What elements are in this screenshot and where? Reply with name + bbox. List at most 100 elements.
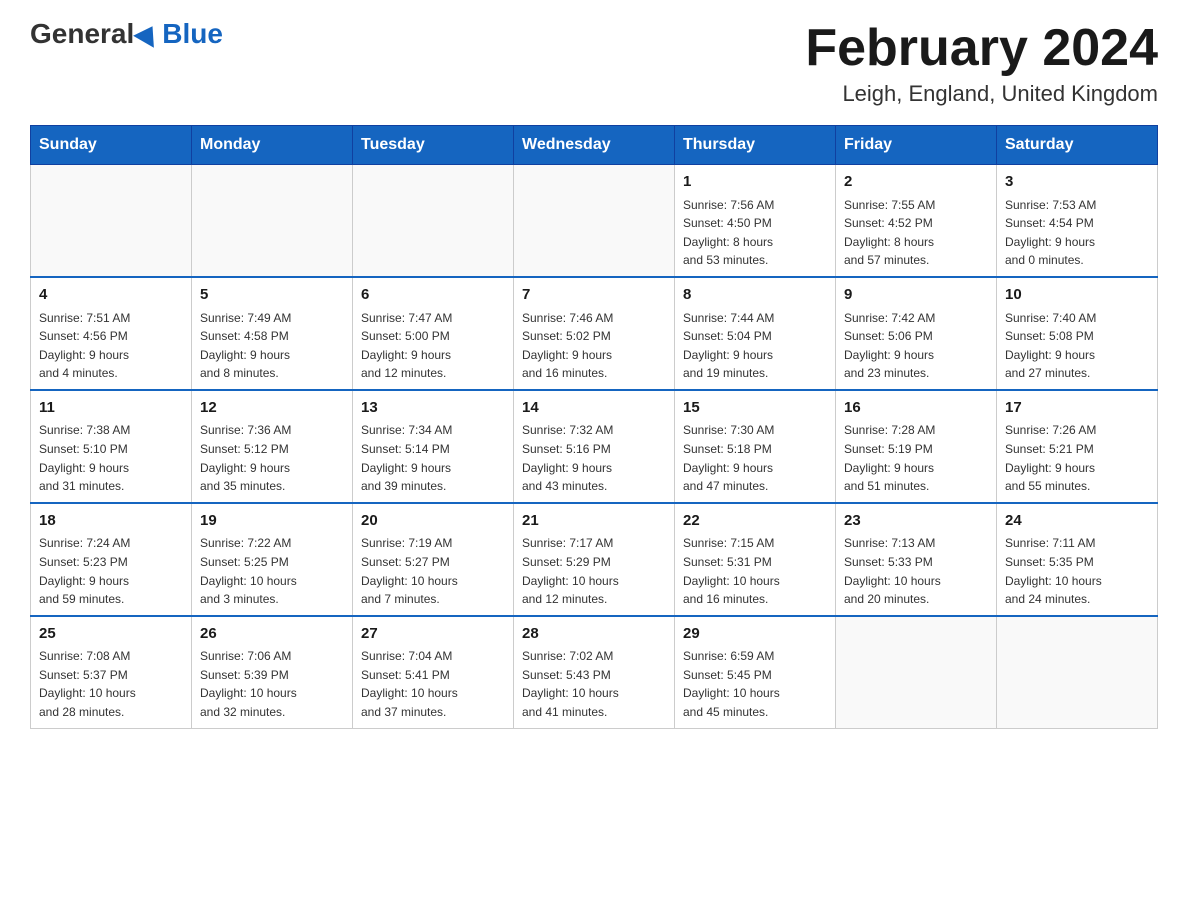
calendar-cell: 28Sunrise: 7:02 AMSunset: 5:43 PMDayligh… [514,616,675,728]
day-number: 18 [39,510,183,533]
day-info: Sunrise: 7:19 AMSunset: 5:27 PMDaylight:… [361,534,505,608]
day-number: 28 [522,623,666,646]
day-number: 21 [522,510,666,533]
day-number: 23 [844,510,988,533]
day-info: Sunrise: 7:47 AMSunset: 5:00 PMDaylight:… [361,309,505,383]
day-number: 10 [1005,284,1149,307]
day-number: 14 [522,397,666,420]
calendar-cell: 14Sunrise: 7:32 AMSunset: 5:16 PMDayligh… [514,390,675,503]
logo-general: General [30,20,134,48]
day-info: Sunrise: 6:59 AMSunset: 5:45 PMDaylight:… [683,647,827,721]
logo-triangle-icon [133,20,163,48]
column-header-wednesday: Wednesday [514,126,675,165]
calendar-cell: 12Sunrise: 7:36 AMSunset: 5:12 PMDayligh… [192,390,353,503]
day-number: 8 [683,284,827,307]
calendar-table: SundayMondayTuesdayWednesdayThursdayFrid… [30,125,1158,728]
calendar-cell: 17Sunrise: 7:26 AMSunset: 5:21 PMDayligh… [997,390,1158,503]
day-info: Sunrise: 7:02 AMSunset: 5:43 PMDaylight:… [522,647,666,721]
calendar-cell: 5Sunrise: 7:49 AMSunset: 4:58 PMDaylight… [192,277,353,390]
logo-blue: Blue [162,20,223,48]
calendar-cell: 11Sunrise: 7:38 AMSunset: 5:10 PMDayligh… [31,390,192,503]
calendar-cell [31,165,192,277]
location-subtitle: Leigh, England, United Kingdom [805,81,1158,107]
day-info: Sunrise: 7:04 AMSunset: 5:41 PMDaylight:… [361,647,505,721]
day-number: 3 [1005,171,1149,194]
calendar-cell: 15Sunrise: 7:30 AMSunset: 5:18 PMDayligh… [675,390,836,503]
day-info: Sunrise: 7:49 AMSunset: 4:58 PMDaylight:… [200,309,344,383]
column-header-friday: Friday [836,126,997,165]
calendar-cell: 25Sunrise: 7:08 AMSunset: 5:37 PMDayligh… [31,616,192,728]
day-info: Sunrise: 7:08 AMSunset: 5:37 PMDaylight:… [39,647,183,721]
day-info: Sunrise: 7:55 AMSunset: 4:52 PMDaylight:… [844,196,988,270]
day-number: 26 [200,623,344,646]
calendar-cell: 26Sunrise: 7:06 AMSunset: 5:39 PMDayligh… [192,616,353,728]
day-info: Sunrise: 7:26 AMSunset: 5:21 PMDaylight:… [1005,421,1149,495]
calendar-week-row: 25Sunrise: 7:08 AMSunset: 5:37 PMDayligh… [31,616,1158,728]
calendar-cell: 27Sunrise: 7:04 AMSunset: 5:41 PMDayligh… [353,616,514,728]
calendar-cell: 29Sunrise: 6:59 AMSunset: 5:45 PMDayligh… [675,616,836,728]
logo-text: General Blue [30,20,223,48]
day-info: Sunrise: 7:40 AMSunset: 5:08 PMDaylight:… [1005,309,1149,383]
day-number: 27 [361,623,505,646]
calendar-cell: 19Sunrise: 7:22 AMSunset: 5:25 PMDayligh… [192,503,353,616]
calendar-cell [514,165,675,277]
calendar-cell: 20Sunrise: 7:19 AMSunset: 5:27 PMDayligh… [353,503,514,616]
day-number: 25 [39,623,183,646]
day-info: Sunrise: 7:32 AMSunset: 5:16 PMDaylight:… [522,421,666,495]
day-number: 22 [683,510,827,533]
column-header-monday: Monday [192,126,353,165]
calendar-cell: 21Sunrise: 7:17 AMSunset: 5:29 PMDayligh… [514,503,675,616]
day-number: 24 [1005,510,1149,533]
calendar-cell: 3Sunrise: 7:53 AMSunset: 4:54 PMDaylight… [997,165,1158,277]
logo: General Blue [30,20,223,48]
day-info: Sunrise: 7:42 AMSunset: 5:06 PMDaylight:… [844,309,988,383]
day-number: 11 [39,397,183,420]
calendar-week-row: 4Sunrise: 7:51 AMSunset: 4:56 PMDaylight… [31,277,1158,390]
day-number: 29 [683,623,827,646]
calendar-header-row: SundayMondayTuesdayWednesdayThursdayFrid… [31,126,1158,165]
day-number: 12 [200,397,344,420]
day-info: Sunrise: 7:34 AMSunset: 5:14 PMDaylight:… [361,421,505,495]
day-info: Sunrise: 7:51 AMSunset: 4:56 PMDaylight:… [39,309,183,383]
page-header: General Blue February 2024 Leigh, Englan… [30,20,1158,107]
calendar-cell: 7Sunrise: 7:46 AMSunset: 5:02 PMDaylight… [514,277,675,390]
day-number: 15 [683,397,827,420]
calendar-cell: 6Sunrise: 7:47 AMSunset: 5:00 PMDaylight… [353,277,514,390]
title-area: February 2024 Leigh, England, United Kin… [805,20,1158,107]
page-title: February 2024 [805,20,1158,77]
calendar-cell: 8Sunrise: 7:44 AMSunset: 5:04 PMDaylight… [675,277,836,390]
day-number: 2 [844,171,988,194]
day-info: Sunrise: 7:28 AMSunset: 5:19 PMDaylight:… [844,421,988,495]
calendar-cell: 13Sunrise: 7:34 AMSunset: 5:14 PMDayligh… [353,390,514,503]
day-number: 13 [361,397,505,420]
day-info: Sunrise: 7:46 AMSunset: 5:02 PMDaylight:… [522,309,666,383]
day-info: Sunrise: 7:44 AMSunset: 5:04 PMDaylight:… [683,309,827,383]
calendar-cell: 23Sunrise: 7:13 AMSunset: 5:33 PMDayligh… [836,503,997,616]
calendar-cell: 9Sunrise: 7:42 AMSunset: 5:06 PMDaylight… [836,277,997,390]
calendar-cell [997,616,1158,728]
day-number: 5 [200,284,344,307]
day-number: 20 [361,510,505,533]
day-number: 4 [39,284,183,307]
day-number: 9 [844,284,988,307]
calendar-cell: 16Sunrise: 7:28 AMSunset: 5:19 PMDayligh… [836,390,997,503]
calendar-cell: 18Sunrise: 7:24 AMSunset: 5:23 PMDayligh… [31,503,192,616]
calendar-cell [836,616,997,728]
day-info: Sunrise: 7:36 AMSunset: 5:12 PMDaylight:… [200,421,344,495]
calendar-week-row: 18Sunrise: 7:24 AMSunset: 5:23 PMDayligh… [31,503,1158,616]
day-info: Sunrise: 7:38 AMSunset: 5:10 PMDaylight:… [39,421,183,495]
day-info: Sunrise: 7:13 AMSunset: 5:33 PMDaylight:… [844,534,988,608]
calendar-cell: 4Sunrise: 7:51 AMSunset: 4:56 PMDaylight… [31,277,192,390]
day-number: 6 [361,284,505,307]
day-info: Sunrise: 7:15 AMSunset: 5:31 PMDaylight:… [683,534,827,608]
day-number: 19 [200,510,344,533]
calendar-cell: 22Sunrise: 7:15 AMSunset: 5:31 PMDayligh… [675,503,836,616]
column-header-saturday: Saturday [997,126,1158,165]
day-number: 17 [1005,397,1149,420]
day-info: Sunrise: 7:56 AMSunset: 4:50 PMDaylight:… [683,196,827,270]
day-info: Sunrise: 7:17 AMSunset: 5:29 PMDaylight:… [522,534,666,608]
day-number: 16 [844,397,988,420]
calendar-week-row: 1Sunrise: 7:56 AMSunset: 4:50 PMDaylight… [31,165,1158,277]
day-number: 7 [522,284,666,307]
column-header-sunday: Sunday [31,126,192,165]
